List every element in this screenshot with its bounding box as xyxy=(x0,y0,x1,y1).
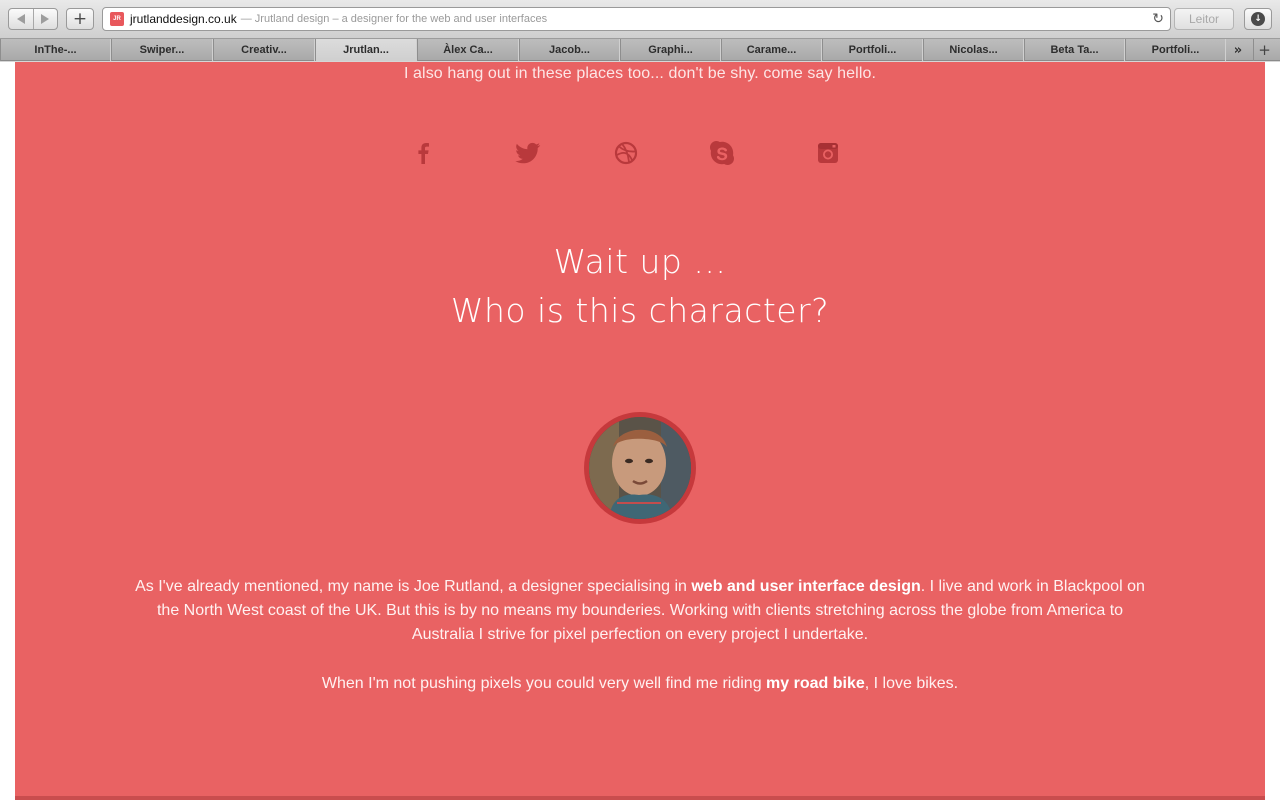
instagram-icon[interactable] xyxy=(815,140,841,166)
new-tab-button[interactable]: + xyxy=(66,8,94,30)
tab[interactable]: Graphi... xyxy=(620,39,721,61)
tab[interactable]: InThe-... xyxy=(0,39,111,61)
about-section: I also hang out in these places too... d… xyxy=(15,62,1265,800)
downloads-button[interactable]: ↓ xyxy=(1244,8,1272,30)
page-viewport: I also hang out in these places too... d… xyxy=(0,62,1280,800)
facebook-icon[interactable] xyxy=(410,140,436,166)
profile-photo xyxy=(589,417,691,519)
bio-highlight: web and user interface design xyxy=(691,578,921,595)
tab-active[interactable]: Jrutlan... xyxy=(315,39,417,61)
back-button[interactable] xyxy=(9,9,33,29)
download-icon: ↓ xyxy=(1251,12,1265,26)
page-title: — Jrutland design – a designer for the w… xyxy=(240,13,548,25)
url-domain: jrutlanddesign.co.uk xyxy=(130,12,237,26)
tab-bar: InThe-... Swiper... Creativ... Jrutlan..… xyxy=(0,39,1280,61)
plus-icon: + xyxy=(72,8,88,29)
add-tab-button[interactable]: + xyxy=(1253,39,1275,61)
forward-button[interactable] xyxy=(32,9,57,29)
section-heading-line2: Who is this character? xyxy=(450,291,830,330)
tab[interactable]: Portfoli... xyxy=(1125,39,1226,61)
history-nav xyxy=(8,8,58,30)
avatar xyxy=(584,412,696,524)
skype-icon[interactable] xyxy=(709,140,735,166)
bike-paragraph: When I'm not pushing pixels you could ve… xyxy=(321,675,959,692)
twitter-icon[interactable] xyxy=(515,140,541,166)
back-arrow-icon xyxy=(16,14,25,24)
section-divider xyxy=(15,796,1265,800)
tab[interactable]: Àlex Ca... xyxy=(417,39,519,61)
site-favicon-icon: JR xyxy=(110,12,124,26)
forward-arrow-icon xyxy=(41,14,50,24)
road-bike-link[interactable]: my road bike xyxy=(766,675,865,692)
tab[interactable]: Creativ... xyxy=(213,39,315,61)
reload-icon[interactable]: ↻ xyxy=(1152,11,1164,27)
social-links xyxy=(15,140,1265,166)
dribbble-icon[interactable] xyxy=(613,140,639,166)
section-heading-line1: Wait up ... xyxy=(553,242,727,281)
tab[interactable]: Carame... xyxy=(721,39,822,61)
tab[interactable]: Portfoli... xyxy=(822,39,923,61)
tab[interactable]: Swiper... xyxy=(111,39,213,61)
address-bar[interactable]: JR jrutlanddesign.co.uk — Jrutland desig… xyxy=(102,7,1171,31)
browser-toolbar: + JR jrutlanddesign.co.uk — Jrutland des… xyxy=(0,0,1280,39)
tab[interactable]: Beta Ta... xyxy=(1024,39,1125,61)
tab-overflow-icon[interactable]: » xyxy=(1228,39,1248,61)
tab[interactable]: Jacob... xyxy=(519,39,620,61)
tab[interactable]: Nicolas... xyxy=(923,39,1024,61)
hangout-text: I also hang out in these places too... d… xyxy=(403,65,877,82)
reader-button[interactable]: Leitor xyxy=(1174,8,1234,30)
bio-paragraph: As I've already mentioned, my name is Jo… xyxy=(135,578,1145,643)
